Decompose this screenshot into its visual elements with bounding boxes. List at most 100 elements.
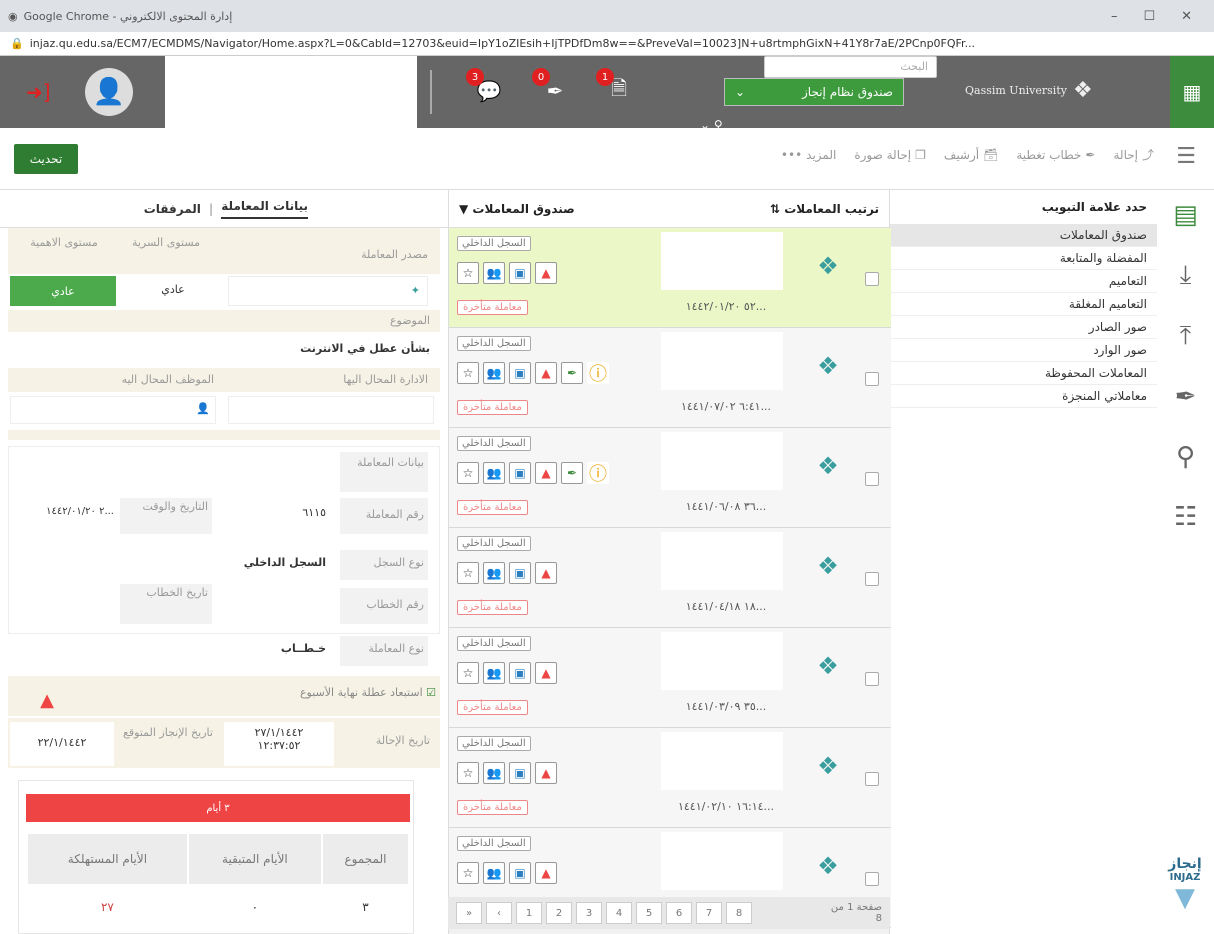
- page-button[interactable]: 8: [726, 902, 752, 924]
- avatar[interactable]: 👤: [85, 68, 133, 116]
- tab-closed-circulars[interactable]: التعاميم المغلقة: [890, 293, 1157, 316]
- users-icon[interactable]: 👥: [483, 862, 505, 884]
- chat-icon[interactable]: 💬 3: [466, 68, 504, 106]
- users-icon[interactable]: 👥: [483, 462, 505, 484]
- maximize-button[interactable]: ☐: [1143, 9, 1155, 24]
- inbox-icon[interactable]: ▣: [509, 562, 531, 584]
- more-button[interactable]: المزيد •••: [781, 148, 836, 162]
- row-checkbox[interactable]: [865, 372, 879, 386]
- users-icon[interactable]: 👥: [483, 762, 505, 784]
- users-icon[interactable]: 👥: [483, 362, 505, 384]
- document-icon[interactable]: 🗎 1: [596, 68, 634, 106]
- row-checkbox[interactable]: [865, 272, 879, 286]
- transaction-row[interactable]: ❖ ...٥٢ ١٤٤٢/٠١/٢٠ السجل الداخلي ☆ 👥 ▣ ▲ معاملة…: [449, 228, 891, 328]
- sort-button[interactable]: ترتيب المعاملات ⇅: [770, 202, 879, 216]
- menu-icon[interactable]: ☰: [1176, 144, 1196, 169]
- address-bar[interactable]: 🔒 injaz.qu.edu.sa/ECM7/ECMDMS/Navigator/…: [0, 32, 1214, 56]
- transaction-row[interactable]: ❖ ...٣٦ ١٤٤١/٠٦/٠٨ السجل الداخلي ☆ 👥 ▣ ▲ ✒ ⓘ معام…: [449, 428, 891, 528]
- users-icon[interactable]: 👥: [483, 662, 505, 684]
- tab-incoming-copies[interactable]: صور الوارد: [890, 339, 1157, 362]
- page-button[interactable]: 2: [546, 902, 572, 924]
- bell-icon[interactable]: ▲: [535, 262, 557, 284]
- page-button[interactable]: »: [456, 902, 482, 924]
- report-icon[interactable]: ▤: [1173, 200, 1198, 230]
- download-icon[interactable]: ⤓: [1180, 260, 1192, 291]
- row-checkbox[interactable]: [865, 572, 879, 586]
- cover-letter-button[interactable]: ✒ خطاب تغطية: [1016, 148, 1095, 162]
- search-icon[interactable]: ⚲: [1176, 442, 1195, 472]
- number-value: ٦١١٥: [302, 506, 326, 519]
- tab-circulars[interactable]: التعاميم: [890, 270, 1157, 293]
- search-input[interactable]: البحث: [764, 56, 937, 78]
- feather-icon[interactable]: ✒ 0: [532, 68, 570, 106]
- refer-button[interactable]: ⤴ إحالة: [1113, 146, 1154, 163]
- row-checkbox[interactable]: [865, 872, 879, 886]
- feather-icon[interactable]: ✒: [561, 462, 583, 484]
- row-checkbox[interactable]: [865, 772, 879, 786]
- tab-outgoing-copies[interactable]: صور الصادر: [890, 316, 1157, 339]
- referral-time: ١٢:٣٧:٥٢: [257, 739, 301, 752]
- feather-icon[interactable]: ✒: [1175, 382, 1197, 412]
- page-button[interactable]: 1: [516, 902, 542, 924]
- archive-button[interactable]: 🗃 أرشيف: [944, 148, 998, 162]
- inbox-icon[interactable]: ▣: [509, 262, 531, 284]
- apps-grid-icon[interactable]: ▦: [1170, 56, 1214, 128]
- transaction-row[interactable]: ❖ ...١٨ ١٤٤١/٠٤/١٨ السجل الداخلي ☆ 👥 ▣ ▲ معاملة…: [449, 528, 891, 628]
- star-icon[interactable]: ☆: [457, 862, 479, 884]
- star-icon[interactable]: ☆: [457, 262, 479, 284]
- dept-field[interactable]: [228, 396, 434, 424]
- page-button[interactable]: 6: [666, 902, 692, 924]
- transaction-row[interactable]: ❖ ...٣٥ ١٤٤١/٠٣/٠٩ السجل الداخلي ☆ 👥 ▣ ▲ معاملة…: [449, 628, 891, 728]
- days-bar: ٣ أيام: [26, 794, 410, 822]
- source-field[interactable]: [228, 276, 428, 306]
- box-select[interactable]: صندوق نظام إنجاز ⌄: [724, 78, 904, 106]
- row-checkbox[interactable]: [865, 672, 879, 686]
- tab-saved[interactable]: المعاملات المحفوظة: [890, 362, 1157, 385]
- tab-transaction-data[interactable]: بيانات المعاملة: [221, 199, 308, 219]
- bell-icon[interactable]: ▲: [535, 762, 557, 784]
- page-button[interactable]: 4: [606, 902, 632, 924]
- star-icon[interactable]: ☆: [457, 662, 479, 684]
- tab-attachments[interactable]: المرفقات: [144, 202, 201, 216]
- minimize-button[interactable]: –: [1111, 9, 1118, 24]
- users-icon[interactable]: 👥: [483, 262, 505, 284]
- url-text[interactable]: injaz.qu.edu.sa/ECM7/ECMDMS/Navigator/Ho…: [30, 37, 975, 50]
- refresh-button[interactable]: تحديث: [14, 144, 78, 174]
- page-button[interactable]: ‹: [486, 902, 512, 924]
- refer-copy-button[interactable]: ❐ إحالة صورة: [854, 148, 926, 162]
- star-icon[interactable]: ☆: [457, 462, 479, 484]
- exclude-weekend-checkbox[interactable]: ☑ استبعاد عطلة نهاية الأسبوع: [260, 686, 436, 699]
- tab-transactions-box[interactable]: صندوق المعاملات: [890, 224, 1157, 247]
- transaction-row[interactable]: ❖ ...١٦:١٤ ١٤٤١/٠٢/١٠ السجل الداخلي ☆ 👥 ▣ ▲ معا…: [449, 728, 891, 828]
- page-button[interactable]: 5: [636, 902, 662, 924]
- bell-icon[interactable]: ▲: [535, 562, 557, 584]
- star-icon[interactable]: ☆: [457, 762, 479, 784]
- inbox-icon[interactable]: ▣: [509, 462, 531, 484]
- star-icon[interactable]: ☆: [457, 562, 479, 584]
- info-icon[interactable]: ⓘ: [587, 462, 609, 485]
- info-icon[interactable]: ⓘ: [587, 362, 609, 385]
- employee-field[interactable]: 👤: [10, 396, 216, 424]
- page-button[interactable]: 7: [696, 902, 722, 924]
- bell-icon[interactable]: ▲: [535, 462, 557, 484]
- bell-icon[interactable]: ▲: [535, 862, 557, 884]
- bell-icon[interactable]: ▲: [535, 362, 557, 384]
- inbox-icon[interactable]: ▣: [509, 862, 531, 884]
- logout-icon[interactable]: ➜]: [26, 80, 51, 104]
- page-button[interactable]: 3: [576, 902, 602, 924]
- users-icon[interactable]: 👥: [483, 562, 505, 584]
- star-icon[interactable]: ☆: [457, 362, 479, 384]
- inbox-icon[interactable]: ▣: [509, 362, 531, 384]
- transaction-row[interactable]: ❖ ...٦:٤١ ١٤٤١/٠٧/٠٢ السجل الداخلي ☆ 👥 ▣ ▲ ✒ ⓘ مع…: [449, 328, 891, 428]
- row-checkbox[interactable]: [865, 472, 879, 486]
- close-button[interactable]: ✕: [1181, 9, 1192, 24]
- tab-favorites[interactable]: المفضلة والمتابعة: [890, 247, 1157, 270]
- inbox-icon[interactable]: ▣: [509, 762, 531, 784]
- tab-completed[interactable]: معاملاتي المنجزة: [890, 385, 1157, 408]
- feather-icon[interactable]: ✒: [561, 362, 583, 384]
- checklist-icon[interactable]: ☷: [1174, 502, 1197, 532]
- upload-icon[interactable]: ⤒: [1180, 321, 1192, 352]
- filter-icon[interactable]: ▼: [459, 202, 468, 216]
- inbox-icon[interactable]: ▣: [509, 662, 531, 684]
- bell-icon[interactable]: ▲: [535, 662, 557, 684]
